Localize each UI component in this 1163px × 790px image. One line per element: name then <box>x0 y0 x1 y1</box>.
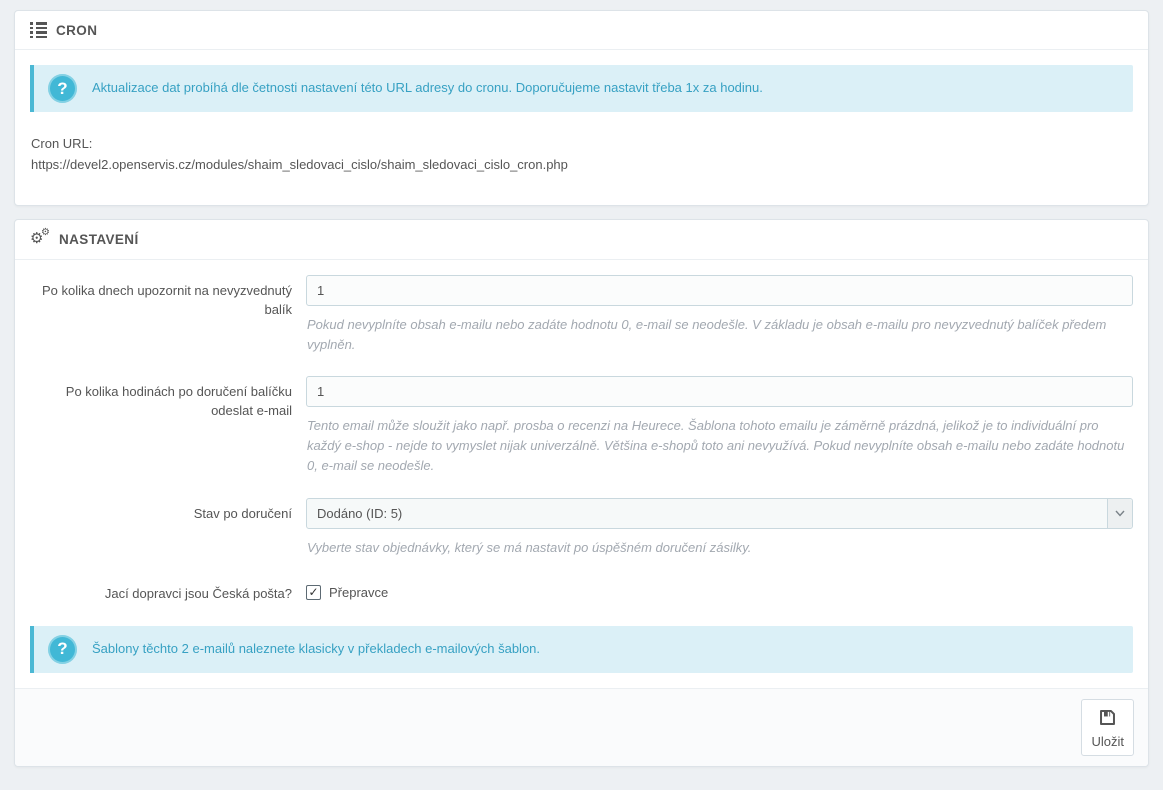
cron-panel: CRON ? Aktualizace dat probíhá dle četno… <box>14 10 1149 206</box>
status-selected-value: Dodáno (ID: 5) <box>317 506 402 521</box>
field-hours-label: Po kolika hodinách po doručení balíčku o… <box>30 376 306 421</box>
field-status-help: Vyberte stav objednávky, který se má nas… <box>307 538 1132 558</box>
save-button-label: Uložit <box>1091 734 1124 749</box>
templates-info-alert: ? Šablony těchto 2 e-mailů naleznete kla… <box>30 626 1133 673</box>
settings-panel-footer: Uložit <box>15 688 1148 766</box>
carrier-checkbox[interactable]: ✓ <box>306 585 321 600</box>
field-status-after-delivery: Stav po doručení Dodáno (ID: 5) Vyberte … <box>30 498 1133 579</box>
chevron-down-icon <box>1107 499 1132 528</box>
field-hours-after-delivery: Po kolika hodinách po doručení balíčku o… <box>30 376 1133 497</box>
settings-panel: ⚙ ⚙ NASTAVENÍ Po kolika dnech upozornit … <box>14 219 1149 767</box>
cron-panel-title: CRON <box>56 23 97 38</box>
cron-url-label: Cron URL: <box>31 133 1132 154</box>
field-days-label: Po kolika dnech upozornit na nevyzvednut… <box>30 275 306 320</box>
field-days-help: Pokud nevyplníte obsah e-mailu nebo zadá… <box>307 315 1132 355</box>
hours-after-delivery-input[interactable] <box>306 376 1133 407</box>
field-carriers-label: Jací dopravci jsou Česká pošta? <box>30 579 306 604</box>
carrier-checkbox-row: ✓ Přepravce <box>306 579 1133 600</box>
settings-panel-body: Po kolika dnech upozornit na nevyzvednut… <box>15 260 1148 688</box>
settings-panel-title: NASTAVENÍ <box>59 232 139 247</box>
settings-panel-header: ⚙ ⚙ NASTAVENÍ <box>15 220 1148 260</box>
field-days-not-picked-up: Po kolika dnech upozornit na nevyzvednut… <box>30 275 1133 376</box>
templates-alert-text: Šablony těchto 2 e-mailů naleznete klasi… <box>92 640 540 658</box>
save-button[interactable]: Uložit <box>1081 699 1134 756</box>
cron-url-block: Cron URL: https://devel2.openservis.cz/m… <box>31 133 1132 176</box>
field-status-label: Stav po doručení <box>30 498 306 524</box>
list-icon <box>30 22 47 38</box>
page-content: CRON ? Aktualizace dat probíhá dle četno… <box>0 0 1163 790</box>
field-hours-help: Tento email může sloužit jako např. pros… <box>307 416 1132 476</box>
cron-url-value: https://devel2.openservis.cz/modules/sha… <box>31 154 1132 175</box>
save-icon <box>1097 707 1118 731</box>
question-icon: ? <box>48 74 77 103</box>
carrier-checkbox-label: Přepravce <box>329 585 388 600</box>
question-icon: ? <box>48 635 77 664</box>
cron-panel-body: ? Aktualizace dat probíhá dle četnosti n… <box>15 50 1148 205</box>
cron-panel-header: CRON <box>15 11 1148 50</box>
gears-icon: ⚙ ⚙ <box>30 231 50 248</box>
cron-info-alert: ? Aktualizace dat probíhá dle četnosti n… <box>30 65 1133 112</box>
cron-alert-text: Aktualizace dat probíhá dle četnosti nas… <box>92 79 763 97</box>
field-carriers: Jací dopravci jsou Česká pošta? ✓ Přepra… <box>30 579 1133 626</box>
status-after-delivery-select[interactable]: Dodáno (ID: 5) <box>306 498 1133 529</box>
days-not-picked-up-input[interactable] <box>306 275 1133 306</box>
